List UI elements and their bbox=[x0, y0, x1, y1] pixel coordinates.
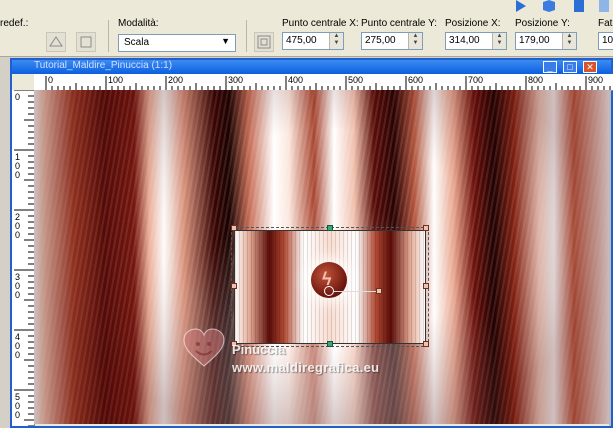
bottom-handle[interactable] bbox=[327, 341, 333, 347]
document-icon[interactable] bbox=[570, 0, 588, 12]
divider bbox=[246, 20, 247, 52]
vertical-scrollbar[interactable] bbox=[609, 90, 611, 426]
next-value: 10 bbox=[602, 35, 613, 46]
reset-tool-icon[interactable] bbox=[76, 32, 96, 52]
maximize-button[interactable]: □ bbox=[563, 61, 577, 73]
watermark-url: www.maldiregrafica.eu bbox=[232, 360, 380, 375]
center-x-field[interactable]: 475,00 ▲ ▼ bbox=[282, 32, 344, 50]
window-titlebar[interactable]: Tutorial_Maldire_Pinuccia (1:1) _ □ ✕ bbox=[12, 60, 611, 74]
horizontal-ruler: 0 100 200 300 400 500 600 700 800 900 bbox=[34, 74, 613, 91]
heart-logo-icon bbox=[183, 328, 225, 367]
next-label: Fat bbox=[598, 18, 613, 29]
spinner-arrows-icon[interactable]: ▲ ▼ bbox=[492, 33, 506, 49]
watermark-name: Pinuccia bbox=[232, 342, 286, 357]
ruler-label: 400 bbox=[15, 332, 20, 360]
tool-options-bar: redef.: Modalità: Scala ▼ Punto centrale… bbox=[0, 0, 613, 57]
next-field[interactable]: 10 bbox=[598, 32, 613, 50]
bottom-right-handle[interactable] bbox=[423, 341, 429, 347]
ruler-label: 200 bbox=[15, 212, 20, 240]
play-icon[interactable] bbox=[512, 0, 530, 12]
spinner-arrows-icon[interactable]: ▲ ▼ bbox=[329, 33, 343, 49]
ruler-label: 800 bbox=[528, 75, 543, 85]
close-button[interactable]: ✕ bbox=[583, 61, 597, 73]
mode-select[interactable]: Scala ▼ bbox=[118, 34, 236, 52]
window-title: Tutorial_Maldire_Pinuccia (1:1) bbox=[34, 60, 173, 71]
ruler-ticks: 0 100 200 300 400 500 600 700 800 900 bbox=[45, 75, 611, 90]
ruler-label: 500 bbox=[15, 392, 20, 420]
center-x-label: Punto centrale X: bbox=[282, 18, 359, 29]
ruler-ticks: 0 1 0 0 2 0 0 3 0 0 4 0 0 5 0 0 bbox=[14, 90, 34, 426]
rotation-handle[interactable] bbox=[376, 288, 382, 294]
mode-label: Modalità: bbox=[118, 18, 159, 29]
top-left-handle[interactable] bbox=[231, 225, 237, 231]
center-point-handle[interactable] bbox=[324, 286, 334, 296]
image-window: Tutorial_Maldire_Pinuccia (1:1) _ □ ✕ 0 1… bbox=[10, 58, 613, 428]
position-x-value: 314,00 bbox=[449, 35, 480, 46]
spinner-arrows-icon[interactable]: ▲ ▼ bbox=[562, 33, 576, 49]
ruler-label: 100 bbox=[15, 152, 20, 180]
position-x-field[interactable]: 314,00 ▲ ▼ bbox=[445, 32, 507, 50]
center-y-field[interactable]: 275,00 ▲ ▼ bbox=[361, 32, 423, 50]
ruler-label: 700 bbox=[468, 75, 483, 85]
mode-value: Scala bbox=[124, 37, 150, 48]
position-y-value: 179,00 bbox=[519, 35, 550, 46]
deform-tool-icon[interactable] bbox=[46, 32, 66, 52]
cube-icon[interactable] bbox=[540, 0, 558, 12]
center-y-value: 275,00 bbox=[365, 35, 396, 46]
rotation-arm bbox=[334, 291, 376, 292]
spinner-arrows-icon[interactable]: ▲ ▼ bbox=[408, 33, 422, 49]
position-x-label: Posizione X: bbox=[445, 18, 501, 29]
position-y-field[interactable]: 179,00 ▲ ▼ bbox=[515, 32, 577, 50]
divider bbox=[108, 20, 109, 52]
ruler-label: 400 bbox=[288, 75, 303, 85]
ruler-corner bbox=[12, 74, 34, 90]
center-y-label: Punto centrale Y: bbox=[361, 18, 437, 29]
left-handle[interactable] bbox=[231, 283, 237, 289]
vertical-ruler: 0 100 200 300 400 500 bbox=[12, 90, 35, 426]
center-x-value: 475,00 bbox=[286, 35, 317, 46]
ruler-label: 900 bbox=[588, 75, 603, 85]
right-handle[interactable] bbox=[423, 283, 429, 289]
chevron-down-icon: ▼ bbox=[221, 36, 230, 46]
page-icon[interactable] bbox=[595, 0, 613, 12]
preset-label: redef.: bbox=[0, 18, 29, 29]
ruler-label: 500 bbox=[348, 75, 363, 85]
minimize-button[interactable]: _ bbox=[543, 61, 557, 73]
top-right-handle[interactable] bbox=[423, 225, 429, 231]
grid-icon[interactable] bbox=[254, 32, 274, 52]
ruler-label: 300 bbox=[228, 75, 243, 85]
top-handle[interactable] bbox=[327, 225, 333, 231]
position-y-label: Posizione Y: bbox=[515, 18, 570, 29]
ruler-label: 300 bbox=[15, 272, 20, 300]
ruler-label: 0 bbox=[15, 92, 20, 102]
ruler-label: 100 bbox=[108, 75, 123, 85]
ruler-label: 600 bbox=[408, 75, 423, 85]
image-canvas[interactable]: ϟ Pinuccia www.maldiregrafica.eu bbox=[34, 90, 611, 424]
ruler-label: 0 bbox=[48, 75, 53, 85]
ruler-label: 200 bbox=[168, 75, 183, 85]
